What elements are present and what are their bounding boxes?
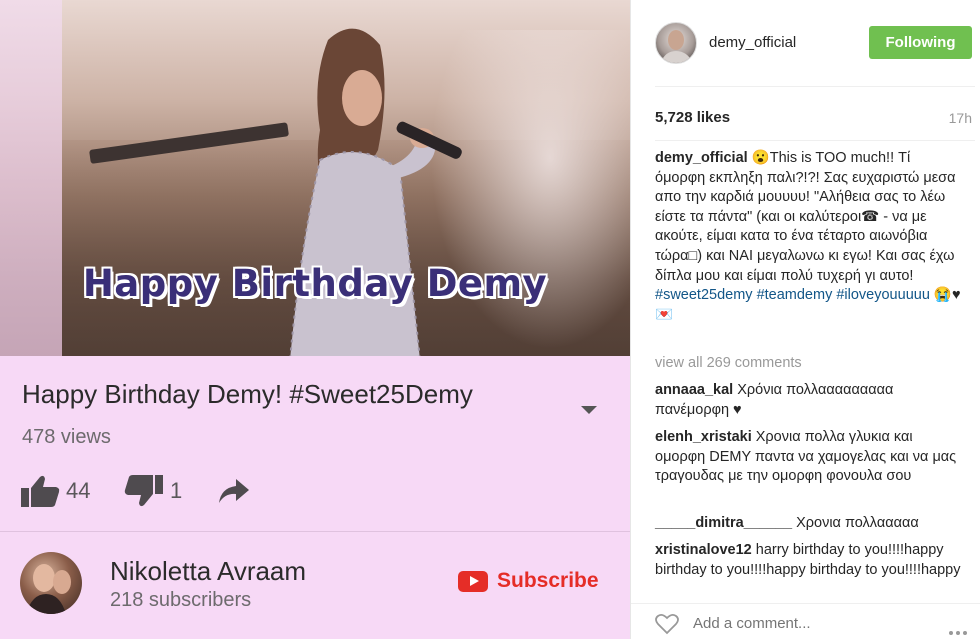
comment-author[interactable]: xristinalove12 [655,542,752,558]
avatar-photo [660,30,694,63]
comment: elenh_xristaki Χρονια πολλα γλυκια και ο… [655,428,961,487]
thumbs-down-icon [124,475,163,507]
comment: xristinalove12 harry birthday to you!!!!… [655,541,961,581]
comment-input[interactable] [693,615,913,632]
comment-author[interactable]: annaaa_kal [655,382,733,398]
video-card: Happy Birthday Demy Happy Birthday Demy!… [0,0,630,639]
comment: _____dimitra______ Χρονια πολλααααα [655,514,961,534]
instagram-panel: demy_official Following 5,728 likes 17h … [630,0,980,639]
dislike-count: 1 [170,478,183,503]
channel-name[interactable]: Nikoletta Avraam [110,556,306,587]
divider [655,86,975,87]
youtube-logo-icon [458,570,488,592]
post-caption: demy_official 😮This is TOO much!! Τί όμο… [655,149,961,325]
post-timestamp: 17h [948,110,972,126]
dislike-button[interactable]: 1 [124,472,182,510]
video-title: Happy Birthday Demy! #Sweet25Demy [22,379,473,409]
more-icon[interactable] [946,622,967,639]
avatar-photo [26,564,71,614]
subscribe-label: Subscribe [497,569,599,592]
comment: annaaa_kal Χρόνια πολλααααααααα πανέμορφ… [655,381,961,420]
comment-text: Χρονια πολλααααα [792,515,919,531]
view-count: 478 views [22,426,111,448]
share-icon [219,479,249,503]
avatar[interactable] [20,552,82,614]
heart-icon[interactable] [655,613,679,635]
caption-text: 😮This is TOO much!! Τί όμορφη εκπληξη πα… [655,150,956,284]
comment-author[interactable]: _____dimitra______ [655,515,792,531]
following-button[interactable]: Following [869,26,972,59]
like-count[interactable]: 5,728 likes [655,109,730,126]
view-all-comments-link[interactable]: view all 269 comments [655,355,802,371]
share-button[interactable] [218,472,250,510]
hashtag-link[interactable]: #teamdemy [757,287,833,303]
hashtag-link[interactable]: #sweet25demy [655,287,753,303]
hashtag-link[interactable]: #iloveyouuuuu [836,287,930,303]
thumbs-up-icon [21,475,60,507]
singer-figure [289,28,462,356]
avatar[interactable] [655,22,697,64]
divider [655,140,975,141]
caption-author[interactable]: demy_official [655,150,748,166]
post-author[interactable]: demy_official [709,34,796,51]
subscriber-count: 218 subscribers [110,589,252,611]
chevron-down-icon[interactable] [580,404,598,416]
like-button[interactable]: 44 [20,472,90,510]
like-count: 44 [66,478,91,503]
subscribe-button[interactable]: Subscribe [458,569,599,593]
divider [0,531,630,532]
comment-author[interactable]: elenh_xristaki [655,429,752,445]
video-overlay-caption: Happy Birthday Demy [82,262,548,305]
video-thumbnail[interactable]: Happy Birthday Demy [0,0,630,356]
comment-bar [631,603,980,639]
